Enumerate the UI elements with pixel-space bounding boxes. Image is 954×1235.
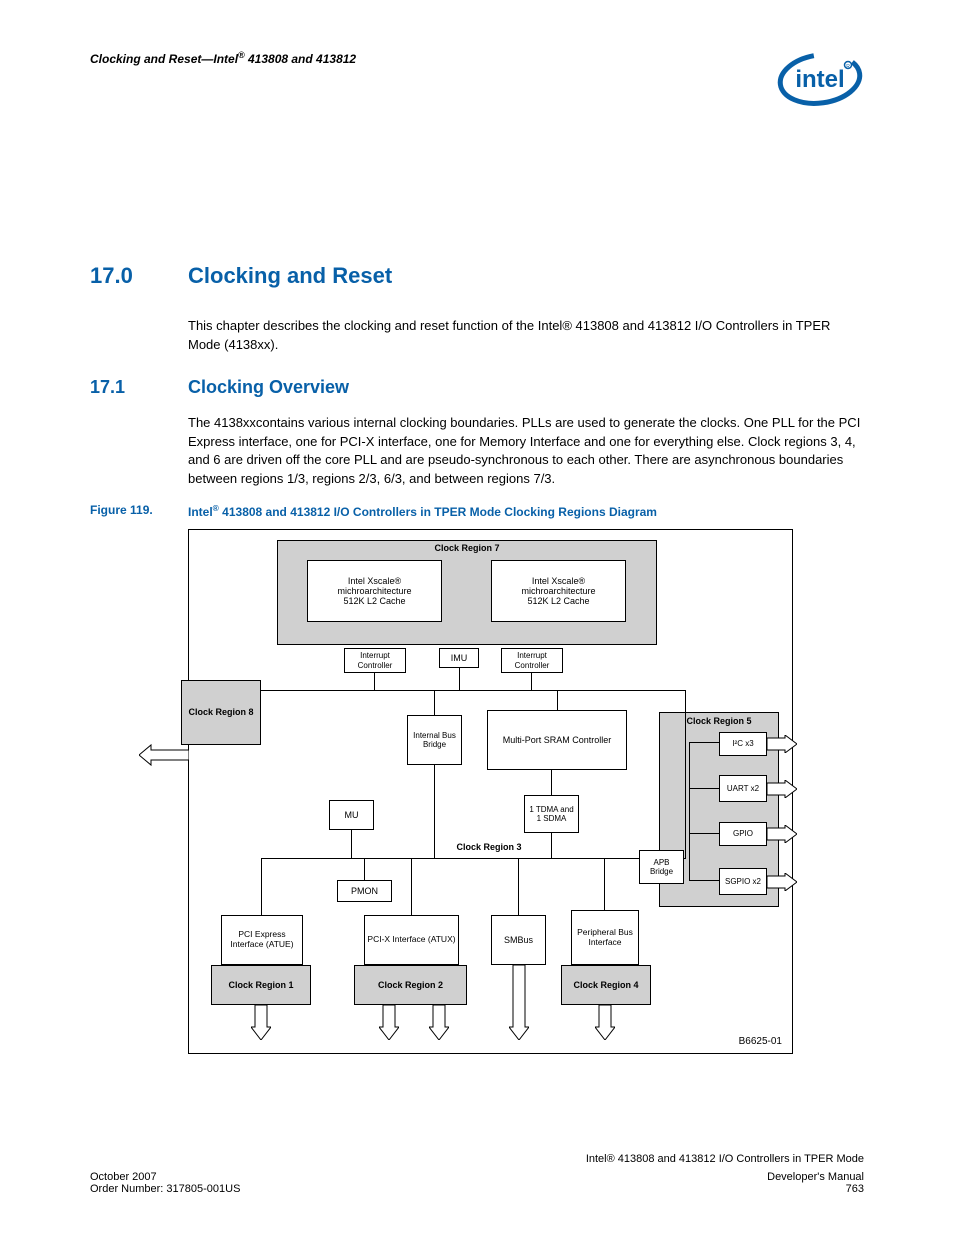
- intro-paragraph: This chapter describes the clocking and …: [188, 317, 864, 355]
- i2c-block: I²C x3: [719, 732, 767, 756]
- clock-region-3-label: Clock Region 3: [434, 842, 544, 852]
- internal-bus-bridge: Internal Bus Bridge: [407, 715, 462, 765]
- peripheral-bus-interface: Peripheral Bus Interface: [571, 910, 639, 965]
- heading-number: 17.1: [90, 377, 188, 398]
- footer-order-number: Order Number: 317805-001US: [90, 1183, 240, 1195]
- svg-text:R: R: [846, 64, 850, 70]
- clock-region-2: Clock Region 2: [354, 965, 467, 1005]
- uart-block: UART x2: [719, 775, 767, 802]
- sgpio-block: SGPIO x2: [719, 868, 767, 895]
- header-title: Clocking and Reset—Intel® 413808 and 413…: [90, 50, 356, 66]
- footer-manual: Developer's Manual: [767, 1171, 864, 1183]
- heading-number: 17.0: [90, 263, 188, 289]
- intel-logo: intel R: [776, 50, 864, 113]
- imu-block: IMU: [439, 648, 479, 668]
- pci-x-atux: PCI-X Interface (ATUX): [364, 915, 459, 965]
- xscale-block-1: Intel Xscale®michroarchitecture512K L2 C…: [307, 560, 442, 622]
- figure-label: Figure 119. Intel® 413808 and 413812 I/O…: [90, 503, 864, 519]
- figure-number: Figure 119.: [90, 503, 188, 519]
- footer-page-number: 763: [846, 1183, 864, 1195]
- interrupt-controller-2: Interrupt Controller: [501, 648, 563, 673]
- clock-region-4: Clock Region 4: [561, 965, 651, 1005]
- tdma-sdma-block: 1 TDMA and 1 SDMA: [524, 795, 579, 833]
- footer-doc-title: Intel® 413808 and 413812 I/O Controllers…: [90, 1153, 864, 1165]
- page-header: Clocking and Reset—Intel® 413808 and 413…: [90, 50, 864, 113]
- interrupt-controller-1: Interrupt Controller: [344, 648, 406, 673]
- pmon-block: PMON: [337, 880, 392, 902]
- heading-1: 17.0 Clocking and Reset: [90, 263, 864, 289]
- page-footer: Intel® 413808 and 413812 I/O Controllers…: [90, 1153, 864, 1195]
- smbus-block: SMBus: [491, 915, 546, 965]
- gpio-block: GPIO: [719, 822, 767, 846]
- clock-region-1: Clock Region 1: [211, 965, 311, 1005]
- multiport-sram-controller: Multi-Port SRAM Controller: [487, 710, 627, 770]
- xscale-block-2: Intel Xscale®michroarchitecture512K L2 C…: [491, 560, 626, 622]
- mu-block: MU: [329, 800, 374, 830]
- body-paragraph: The 4138xxcontains various internal cloc…: [188, 414, 864, 489]
- apb-bridge: APB Bridge: [639, 850, 684, 884]
- figure-ref-number: B6625-01: [739, 1036, 782, 1047]
- pci-express-atue: PCI Express Interface (ATUE): [221, 915, 303, 965]
- svg-text:intel: intel: [795, 66, 844, 93]
- clock-region-8: Clock Region 8: [181, 680, 261, 745]
- heading-text: Clocking Overview: [188, 377, 349, 398]
- heading-text: Clocking and Reset: [188, 263, 392, 289]
- heading-2: 17.1 Clocking Overview: [90, 377, 864, 398]
- footer-date: October 2007: [90, 1171, 157, 1183]
- clocking-regions-diagram: Clock Region 7 Intel Xscale®michroarchit…: [188, 529, 793, 1054]
- figure-caption: Intel® 413808 and 413812 I/O Controllers…: [188, 503, 657, 519]
